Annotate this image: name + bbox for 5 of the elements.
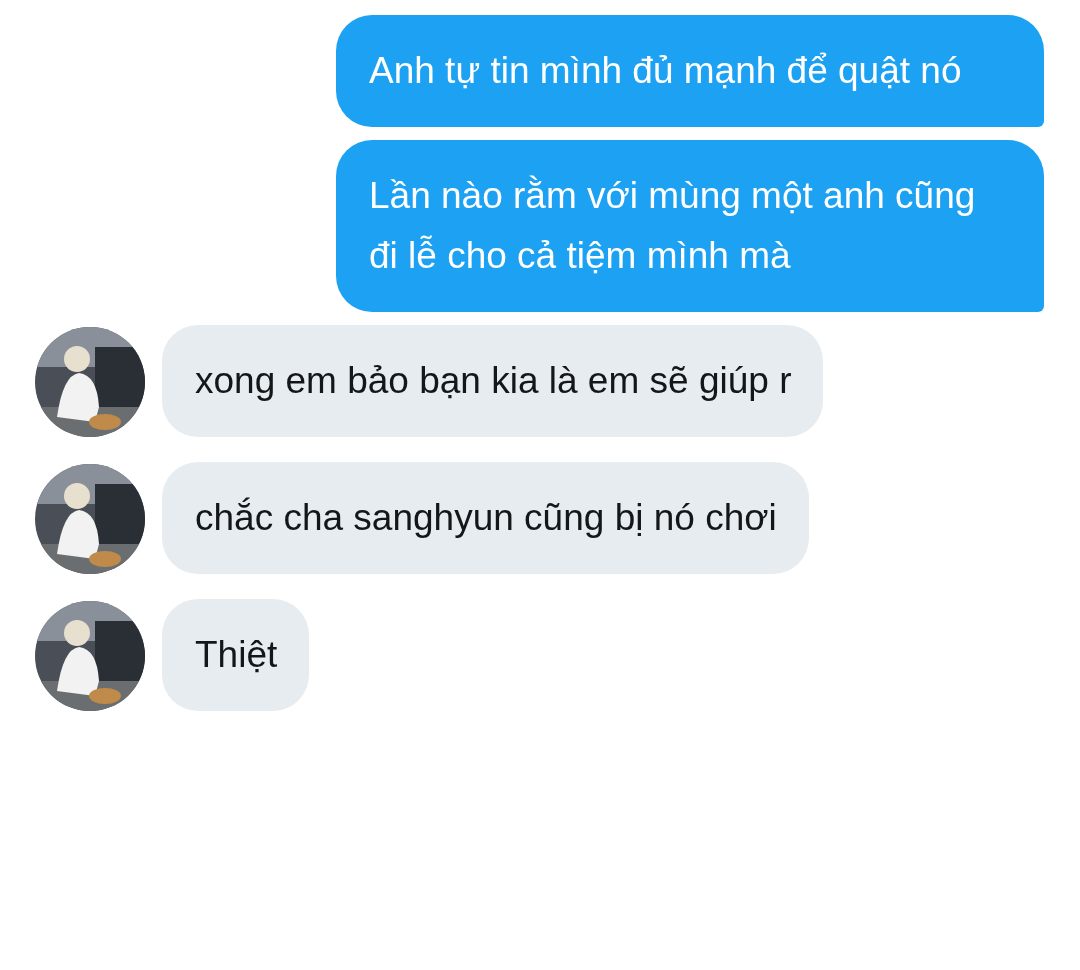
message-bubble: chắc cha sanghyun cũng bị nó chơi bbox=[162, 462, 809, 574]
message-bubble: Thiệt bbox=[162, 599, 310, 711]
message-bubble: Lần nào rằm với mùng một anh cũng đi lễ cho cả tiệm mình mà bbox=[336, 140, 1044, 312]
message-bubble: Anh tự tin mình đủ mạnh để quật nó bbox=[336, 15, 1044, 127]
message-bubble: xong em bảo bạn kia là em sẽ giúp r bbox=[162, 325, 824, 437]
